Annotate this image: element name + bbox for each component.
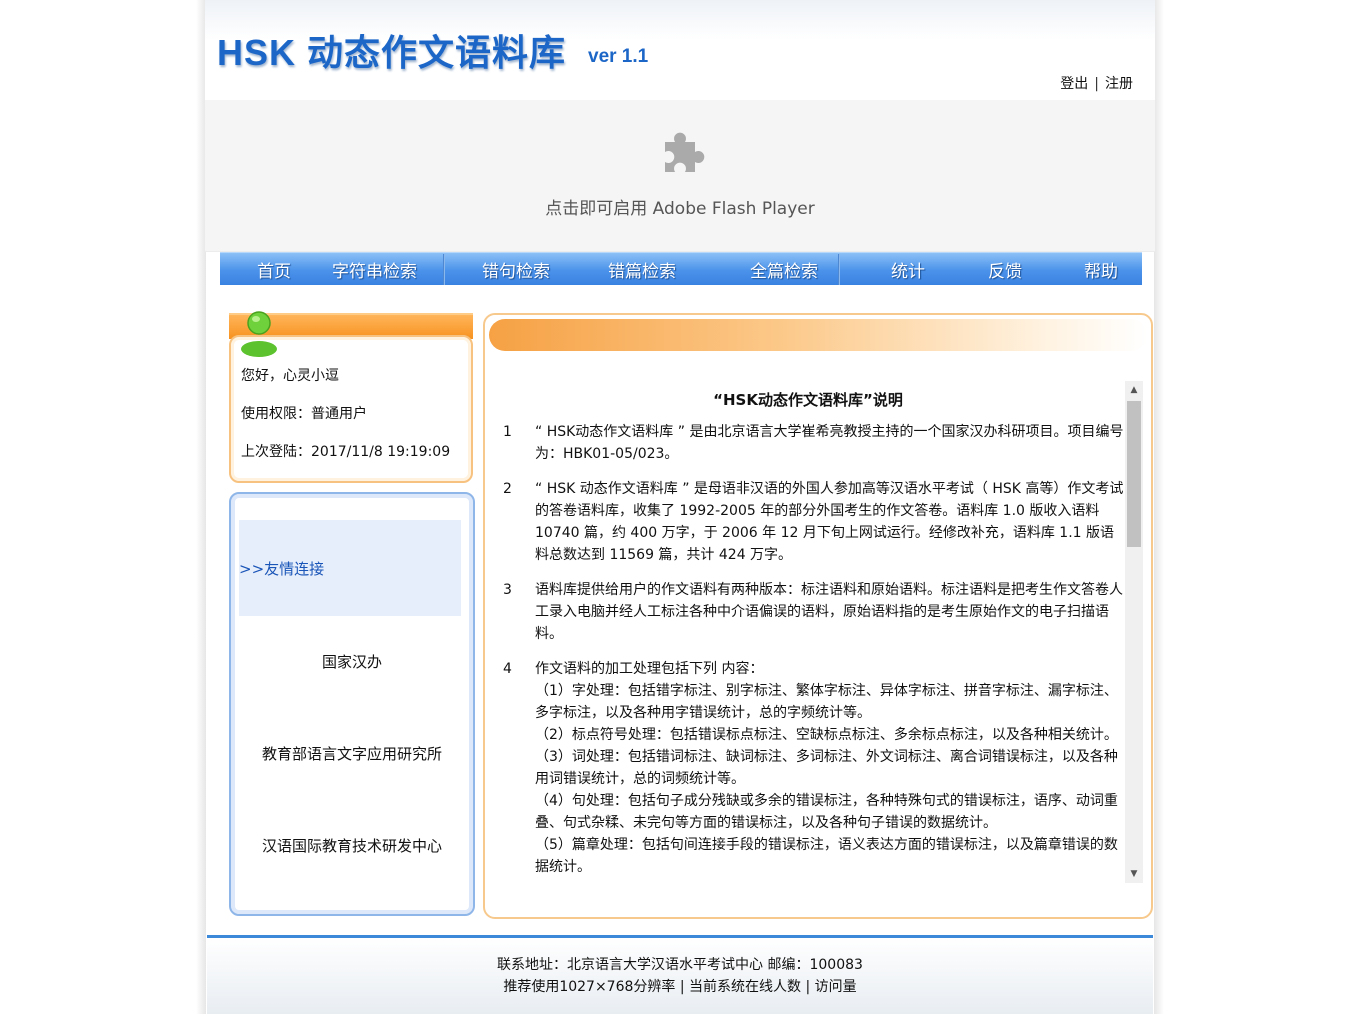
nav-help[interactable]: 帮助: [1084, 257, 1118, 282]
auth-separator: |: [1094, 76, 1099, 92]
link-hanban[interactable]: 国家汉办: [231, 651, 473, 672]
scroll-down-icon[interactable]: ▼: [1125, 865, 1143, 883]
user-permission: 使用权限：普通用户: [241, 406, 367, 422]
scroll-up-icon[interactable]: ▲: [1125, 381, 1143, 399]
footer-info: 推荐使用1027×768分辨率 | 当前系统在线人数 | 访问量: [503, 979, 857, 995]
flash-placeholder[interactable]: 点击即可启用 Adobe Flash Player: [205, 100, 1155, 252]
puzzle-plugin-icon: [665, 132, 705, 172]
nav-string-search[interactable]: 字符串检索: [332, 257, 417, 282]
paragraph-text: 作文语料的加工处理包括下列 内容：: [535, 661, 764, 677]
user-panel-body: 您好，心灵小逗 使用权限：普通用户 上次登陆：2017/11/8 19:19:0…: [229, 335, 473, 483]
paragraph-text: “ HSK 动态作文语料库 ” 是母语非汉语的外国人参加高等汉语水平考试（ HS…: [535, 481, 1124, 563]
page: HSK 动态作文语料库 ver 1.1 登出 | 注册 点击即可启用 Adobe F…: [205, 0, 1155, 1014]
paragraph-2: 2 “ HSK 动态作文语料库 ” 是母语非汉语的外国人参加高等汉语水平考试（ …: [491, 478, 1125, 566]
friend-links-panel: >>友情连接 国家汉办 教育部语言文字应用研究所 汉语国际教育技术研发中心: [229, 492, 475, 916]
paragraph-text: “ HSK动态作文语料库 ” 是由北京语言大学崔希亮教授主持的一个国家汉办科研项…: [535, 424, 1124, 462]
nav-feedback[interactable]: 反馈: [988, 257, 1022, 282]
page-shadow-right: [1154, 0, 1164, 1014]
logout-link[interactable]: 登出: [1060, 76, 1088, 92]
user-info-panel: 您好，心灵小逗 使用权限：普通用户 上次登陆：2017/11/8 19:19:0…: [229, 311, 473, 483]
paragraph-number: 4: [503, 661, 512, 677]
paragraph-text: （2）标点符号处理：包括错误标点标注、空缺标点标注、多余标点标注，以及各种相关统…: [535, 727, 1118, 743]
main-nav: 首页 字符串检索 错句检索 错篇检索 全篇检索 统计 反馈 帮助: [220, 252, 1142, 285]
site-version: ver 1.1: [588, 46, 649, 67]
register-link[interactable]: 注册: [1105, 76, 1133, 92]
paragraph-1: 1 “ HSK动态作文语料库 ” 是由北京语言大学崔希亮教授主持的一个国家汉办科…: [491, 421, 1125, 465]
scrollbar-thumb[interactable]: [1127, 401, 1141, 547]
nav-divider: [838, 254, 840, 285]
document-scrollbar[interactable]: ▲ ▼: [1125, 381, 1143, 883]
paragraph-text: 语料库提供给用户的作文语料有两种版本：标注语料和原始语料。标注语料是把考生作文答…: [535, 582, 1123, 642]
friend-links-header: >>友情连接: [239, 560, 325, 578]
footer: 联系地址：北京语言大学汉语水平考试中心 邮编：100083 推荐使用1027×7…: [207, 935, 1153, 1014]
link-language-institute[interactable]: 教育部语言文字应用研究所: [231, 743, 473, 764]
nav-home[interactable]: 首页: [257, 257, 291, 282]
nav-statistics[interactable]: 统计: [891, 257, 925, 282]
paragraph-text: （1）字处理：包括错字标注、别字标注、繁体字标注、异体字标注、拼音字标注、漏字标…: [535, 683, 1118, 721]
user-greeting: 您好，心灵小逗: [241, 368, 339, 384]
footer-contact: 联系地址：北京语言大学汉语水平考试中心 邮编：100083: [497, 957, 863, 973]
nav-divider: [443, 254, 445, 285]
paragraph-number: 2: [503, 481, 512, 497]
content-panel: “HSK动态作文语料库”说明 1 “ HSK动态作文语料库 ” 是由北京语言大学…: [483, 313, 1153, 919]
auth-links: 登出 | 注册: [1060, 73, 1133, 93]
paragraph-number: 3: [503, 582, 512, 598]
header: HSK 动态作文语料库 ver 1.1 登出 | 注册: [205, 0, 1155, 100]
paragraph-text: （4）句处理：包括句子成分残缺或多余的错误标注，各种特殊句式的错误标注，语序、动…: [535, 793, 1118, 831]
user-avatar-icon: [241, 311, 277, 357]
paragraph-3: 3 语料库提供给用户的作文语料有两种版本：标注语料和原始语料。标注语料是把考生作…: [491, 579, 1125, 645]
paragraph-text: （3）词处理：包括错词标注、缺词标注、多词标注、外文词标注、离合词错误标注，以及…: [535, 749, 1118, 787]
description-document: “HSK动态作文语料库”说明 1 “ HSK动态作文语料库 ” 是由北京语言大学…: [491, 381, 1125, 883]
content-header-band: [489, 319, 1147, 351]
document-title: “HSK动态作文语料库”说明: [713, 391, 903, 409]
link-edu-tech-center[interactable]: 汉语国际教育技术研发中心: [231, 835, 473, 856]
paragraph-4: 4 作文语料的加工处理包括下列 内容： （1）字处理：包括错字标注、别字标注、繁…: [491, 658, 1125, 878]
paragraph-number: 1: [503, 424, 512, 440]
paragraph-text: （5）篇章处理：包括句间连接手段的错误标注，语义表达方面的错误标注，以及篇章错误…: [535, 837, 1118, 875]
user-last-login: 上次登陆：2017/11/8 19:19:09: [241, 444, 451, 460]
nav-text-error-search[interactable]: 错篇检索: [608, 257, 676, 282]
nav-sentence-error-search[interactable]: 错句检索: [482, 257, 550, 282]
site-title: HSK 动态作文语料库: [217, 32, 567, 73]
flash-message: 点击即可启用 Adobe Flash Player: [545, 199, 815, 219]
nav-full-text-search[interactable]: 全篇检索: [750, 257, 818, 282]
